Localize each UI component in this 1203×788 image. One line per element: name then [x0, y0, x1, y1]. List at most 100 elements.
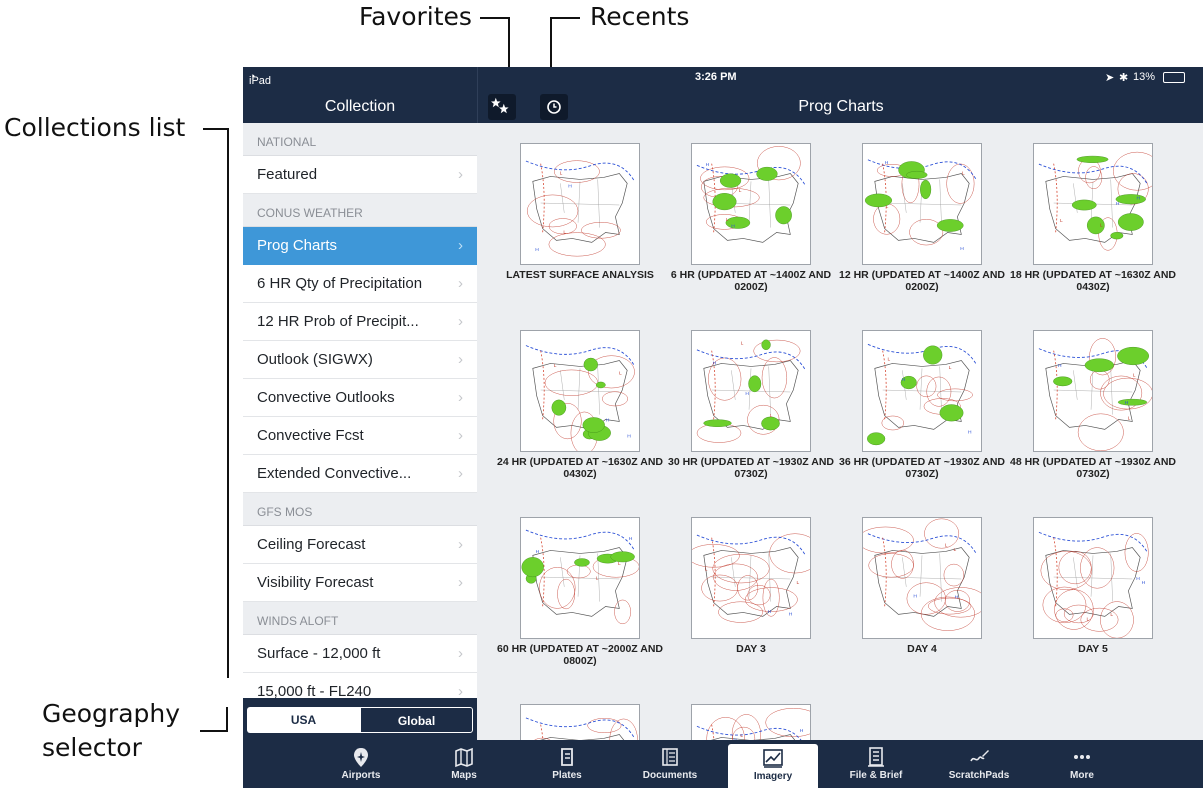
chevron-right-icon: › [458, 536, 463, 553]
sidebar-title: Collection [324, 98, 396, 115]
weather-map-image: L H L H [692, 533, 810, 623]
svg-text:L: L [1086, 617, 1089, 623]
prog-chart-thumbnail[interactable]: LHLH [862, 517, 982, 639]
tab-label: ScratchPads [948, 770, 1010, 781]
tab-more[interactable]: More [1037, 740, 1127, 788]
collection-item[interactable]: 12 HR Prob of Precipit... › [243, 303, 477, 341]
svg-text:L: L [554, 363, 557, 369]
tab-documents[interactable]: Documents [625, 740, 715, 788]
collection-item[interactable]: Extended Convective... › [243, 455, 477, 493]
status-time: 3:26 PM [695, 71, 737, 83]
collection-item-label: Extended Convective... [257, 465, 412, 482]
collection-item[interactable]: 6 HR Qty of Precipitation › [243, 265, 477, 303]
weather-map-image: L H L H [864, 159, 977, 252]
map-icon [455, 747, 473, 768]
svg-text:L: L [1110, 612, 1113, 618]
chart-label: DAY 5 [1078, 643, 1108, 655]
collection-item[interactable]: Convective Outlooks › [243, 379, 477, 417]
prog-chart-thumbnail[interactable]: LHLH [691, 330, 811, 452]
svg-text:L: L [1060, 218, 1063, 224]
prog-chart-thumbnail[interactable]: LHLH [862, 330, 982, 452]
prog-chart-thumbnail[interactable]: LHLH [691, 143, 811, 265]
svg-text:H: H [800, 728, 804, 734]
weather-map-image: L H L H [525, 160, 635, 257]
collection-item[interactable]: Prog Charts › [243, 227, 477, 265]
svg-text:L: L [888, 357, 891, 363]
chart-label: 60 HR (UPDATED AT ~2000Z AND 0800Z) [497, 643, 663, 667]
collection-item-label: Visibility Forecast [257, 574, 374, 591]
svg-text:H: H [629, 536, 633, 542]
favorites-callout: Favorites [359, 2, 472, 31]
battery-percent: 13% [1133, 71, 1156, 83]
geography-callout-line2: selector [42, 733, 142, 762]
collections-sidebar: Collection NATIONAL Featured › CONUS WEATHE… [243, 67, 478, 740]
scratchpad-pen-icon [970, 750, 989, 762]
svg-text:L: L [796, 580, 799, 586]
tab-imagery[interactable]: Imagery [728, 744, 818, 788]
collection-item-label: 15,000 ft - FL240 [257, 683, 372, 698]
tab-plates[interactable]: Plates [522, 740, 612, 788]
tab-label: More [1070, 770, 1094, 781]
tab-label: Plates [552, 770, 582, 781]
svg-text:H: H [606, 418, 610, 424]
svg-text:H: H [535, 247, 539, 253]
collection-item[interactable]: Surface - 12,000 ft › [243, 635, 477, 673]
location-arrow-icon: ➤ [1105, 72, 1115, 84]
svg-text:H: H [768, 609, 772, 615]
chevron-right-icon: › [458, 313, 463, 330]
prog-chart-thumbnail[interactable]: LHLH [520, 143, 640, 265]
tab-label: Maps [451, 770, 477, 781]
tab-scratchpads[interactable]: ScratchPads [934, 740, 1024, 788]
recents-callout-line [550, 17, 580, 19]
tab-file-brief[interactable]: File & Brief [831, 740, 921, 788]
collection-item[interactable]: Ceiling Forecast › [243, 526, 477, 564]
chart-label: 48 HR (UPDATED AT ~1930Z AND 0730Z) [1010, 456, 1176, 480]
tab-maps[interactable]: Maps [419, 740, 509, 788]
svg-text:H: H [913, 594, 917, 600]
geography-global-button[interactable]: Global [360, 707, 473, 733]
collection-item-label: Prog Charts [257, 237, 338, 254]
prog-chart-thumbnail[interactable]: LHLH [1033, 517, 1153, 639]
weather-map-image: L H L H [1038, 531, 1149, 638]
tab-bar: Airports Maps Plates Documents Imagery File &… [243, 740, 1203, 788]
weather-map-image: L H L H [863, 518, 981, 631]
chevron-right-icon: › [458, 237, 463, 254]
svg-text:H: H [627, 434, 631, 440]
prog-chart-thumbnail[interactable]: LHLH [862, 143, 982, 265]
collections-list[interactable]: NATIONAL Featured › CONUS WEATHER Prog Chart… [243, 123, 477, 698]
collection-item[interactable]: Convective Fcst › [243, 417, 477, 455]
chart-label: 6 HR (UPDATED AT ~1400Z AND 0200Z) [670, 269, 832, 293]
svg-text:H: H [1125, 400, 1129, 406]
bluetooth-icon: ✱ [1119, 72, 1129, 84]
favorites-callout-line [480, 17, 510, 19]
prog-chart-thumbnail[interactable]: LHLH [1033, 143, 1153, 265]
collection-item[interactable]: 15,000 ft - FL240 › [243, 673, 477, 698]
svg-text:L: L [1100, 222, 1103, 228]
recents-callout: Recents [590, 2, 690, 31]
chevron-right-icon: › [458, 574, 463, 591]
prog-chart-thumbnail[interactable]: LHLH [520, 517, 640, 639]
svg-text:H: H [885, 160, 889, 166]
svg-text:H: H [1142, 580, 1146, 586]
collection-item-label: Featured [257, 166, 318, 183]
section-header: WINDS ALOFT [243, 602, 477, 635]
plates-icon [561, 748, 573, 766]
collection-item[interactable]: Visibility Forecast › [243, 564, 477, 602]
svg-text:L: L [945, 542, 948, 548]
collection-item[interactable]: Featured › [243, 156, 477, 194]
collection-item[interactable]: Outlook (SIGWX) › [243, 341, 477, 379]
prog-chart-thumbnail[interactable]: LHLH [1033, 330, 1153, 452]
tab-airports[interactable]: Airports [316, 740, 406, 788]
svg-text:H: H [706, 162, 710, 168]
chart-label: 30 HR (UPDATED AT ~1930Z AND 0730Z) [668, 456, 834, 480]
prog-chart-thumbnail[interactable]: LHLH [691, 517, 811, 639]
chart-label: DAY 3 [736, 643, 766, 655]
svg-text:H: H [789, 611, 793, 617]
collection-item-label: Outlook (SIGWX) [257, 351, 373, 368]
more-dots-icon [1074, 755, 1090, 759]
svg-text:L: L [741, 341, 744, 347]
weather-map-image: L H L H [1038, 151, 1152, 251]
svg-text:H: H [713, 360, 717, 366]
geography-usa-button[interactable]: USA [247, 707, 360, 733]
prog-chart-thumbnail[interactable]: LHLH [520, 330, 640, 452]
